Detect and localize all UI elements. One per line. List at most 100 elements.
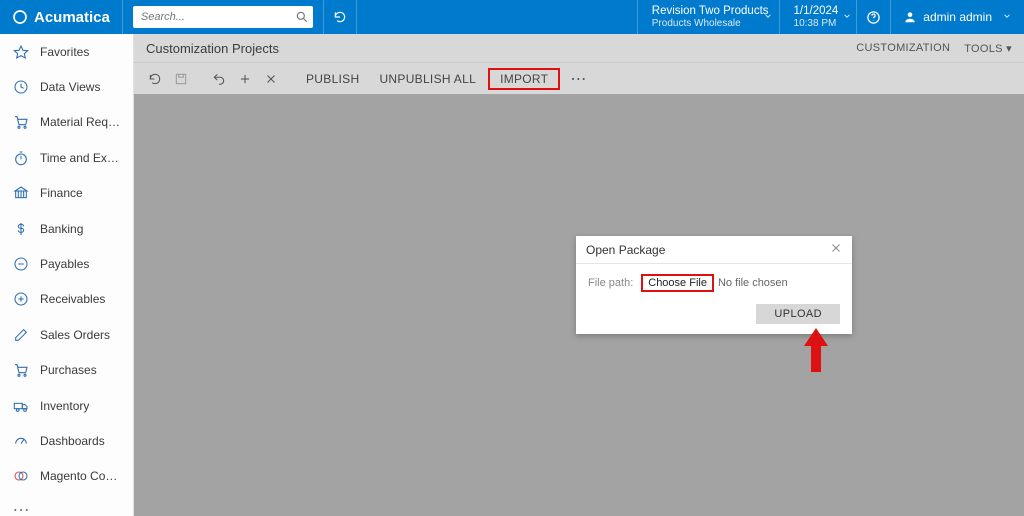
brand-text: Acumatica (34, 9, 110, 26)
dialog-footer: UPLOAD (576, 304, 852, 334)
sidebar-item-purchases[interactable]: Purchases (0, 353, 133, 388)
page-title-bar: Customization Projects CUSTOMIZATION TOO… (134, 34, 1024, 62)
refresh-icon (148, 72, 162, 86)
customization-link[interactable]: CUSTOMIZATION (856, 42, 950, 55)
sidebar-item-receivables[interactable]: Receivables (0, 282, 133, 317)
brand[interactable]: Acumatica (0, 0, 123, 34)
dialog-titlebar: Open Package (576, 236, 852, 264)
search-input[interactable] (133, 11, 292, 23)
sidebar-item-label: Time and Expenses (40, 151, 121, 165)
search-wrap (123, 0, 323, 34)
dollar-icon (12, 221, 30, 237)
tools-menu[interactable]: TOOLS (964, 42, 1012, 55)
sidebar-item-label: Dashboards (40, 434, 105, 448)
x-icon (264, 72, 278, 86)
sidebar-item-finance[interactable]: Finance (0, 176, 133, 211)
upload-button[interactable]: UPLOAD (756, 304, 840, 324)
body: Favorites Data Views Material Requiremen… (0, 34, 1024, 516)
sidebar-item-label: Material Requirements Planning (40, 115, 121, 129)
no-file-text: No file chosen (718, 277, 788, 289)
sidebar-item-label: Finance (40, 186, 83, 200)
sidebar-item-inventory[interactable]: Inventory (0, 388, 133, 423)
main-area: Customization Projects CUSTOMIZATION TOO… (134, 34, 1024, 516)
tenant-selector[interactable]: Revision Two Products Products Wholesale (637, 0, 779, 34)
sidebar-item-favorites[interactable]: Favorites (0, 34, 133, 69)
chevron-down-icon (1002, 10, 1012, 24)
sidebar-item-mrp[interactable]: Material Requirements Planning (0, 105, 133, 140)
sidebar-item-magento[interactable]: Magento Connector (0, 459, 133, 494)
date-text: 1/1/2024 (794, 5, 839, 18)
sidebar-item-label: Purchases (40, 363, 97, 377)
user-icon (903, 10, 917, 24)
plus-icon (238, 72, 252, 86)
help-icon (866, 10, 881, 25)
tenant-line2: Products Wholesale (652, 18, 769, 30)
sidebar-item-label: Inventory (40, 399, 89, 413)
search-box (133, 6, 313, 28)
sidebar-item-time[interactable]: Time and Expenses (0, 140, 133, 175)
sidebar-item-label: Banking (40, 222, 83, 236)
open-package-dialog: Open Package File path: Choose File No f… (576, 236, 852, 334)
page-title-right: CUSTOMIZATION TOOLS (856, 42, 1012, 55)
edit-icon (12, 327, 30, 343)
import-button[interactable]: IMPORT (488, 68, 560, 90)
unpublish-all-button[interactable]: UNPUBLISH ALL (371, 69, 484, 89)
delete-button[interactable] (260, 68, 282, 90)
add-button[interactable] (234, 68, 256, 90)
file-path-label: File path: (588, 277, 633, 289)
publish-button[interactable]: PUBLISH (298, 69, 367, 89)
tenant-line1: Revision Two Products (652, 5, 769, 18)
user-name: admin admin (923, 10, 992, 24)
magento-icon (12, 468, 30, 484)
plus-circle-icon (12, 291, 30, 307)
business-date[interactable]: 1/1/2024 10:38 PM (779, 0, 857, 34)
brand-logo-icon (12, 9, 28, 25)
dialog-title: Open Package (586, 243, 665, 257)
dialog-close-button[interactable] (830, 242, 842, 257)
sidebar-item-dashboards[interactable]: Dashboards (0, 423, 133, 458)
chevron-down-icon (842, 10, 852, 24)
minus-circle-icon (12, 256, 30, 272)
bank-icon (12, 185, 30, 201)
cart-icon (12, 114, 30, 130)
save-icon (174, 72, 188, 86)
toolbar-more[interactable]: ⋯ (564, 69, 593, 89)
truck-icon (12, 398, 30, 414)
choose-file-button[interactable]: Choose File (641, 274, 714, 292)
sidebar-item-label: Favorites (40, 45, 89, 59)
sidebar-item-label: Data Views (40, 80, 100, 94)
help-button[interactable] (856, 0, 890, 34)
gauge-icon (12, 433, 30, 449)
chevron-down-icon (763, 10, 773, 24)
refresh-button[interactable] (144, 68, 166, 90)
sidebar-item-banking[interactable]: Banking (0, 211, 133, 246)
save-button[interactable] (170, 68, 192, 90)
sidebar-more[interactable]: … (0, 494, 133, 516)
topbar-spacer (357, 0, 637, 34)
sidebar-item-label: Receivables (40, 292, 105, 306)
refresh-icon (333, 10, 347, 24)
canvas: Open Package File path: Choose File No f… (134, 94, 1024, 516)
toolbar: PUBLISH UNPUBLISH ALL IMPORT ⋯ (134, 62, 1024, 94)
annotation-arrow-icon (802, 328, 830, 377)
close-icon (830, 242, 842, 254)
sidebar-item-label: Sales Orders (40, 328, 110, 342)
file-row: File path: Choose File No file chosen (588, 274, 840, 292)
sidebar-item-label: Payables (40, 257, 89, 271)
user-menu[interactable]: admin admin (890, 0, 1024, 34)
sidebar-item-salesorders[interactable]: Sales Orders (0, 317, 133, 352)
dialog-body: File path: Choose File No file chosen (576, 264, 852, 304)
search-icon[interactable] (292, 10, 313, 24)
sidebar: Favorites Data Views Material Requiremen… (0, 34, 134, 516)
sidebar-item-label: Magento Connector (40, 469, 121, 483)
top-bar: Acumatica Revision Two Products Products… (0, 0, 1024, 34)
page-title: Customization Projects (146, 41, 279, 56)
refresh-top-button[interactable] (323, 0, 357, 34)
sidebar-item-dataviews[interactable]: Data Views (0, 69, 133, 104)
sidebar-item-payables[interactable]: Payables (0, 246, 133, 281)
undo-button[interactable] (208, 68, 230, 90)
cart2-icon (12, 362, 30, 378)
stopwatch-icon (12, 150, 30, 166)
undo-icon (212, 72, 226, 86)
clock-data-icon (12, 79, 30, 95)
